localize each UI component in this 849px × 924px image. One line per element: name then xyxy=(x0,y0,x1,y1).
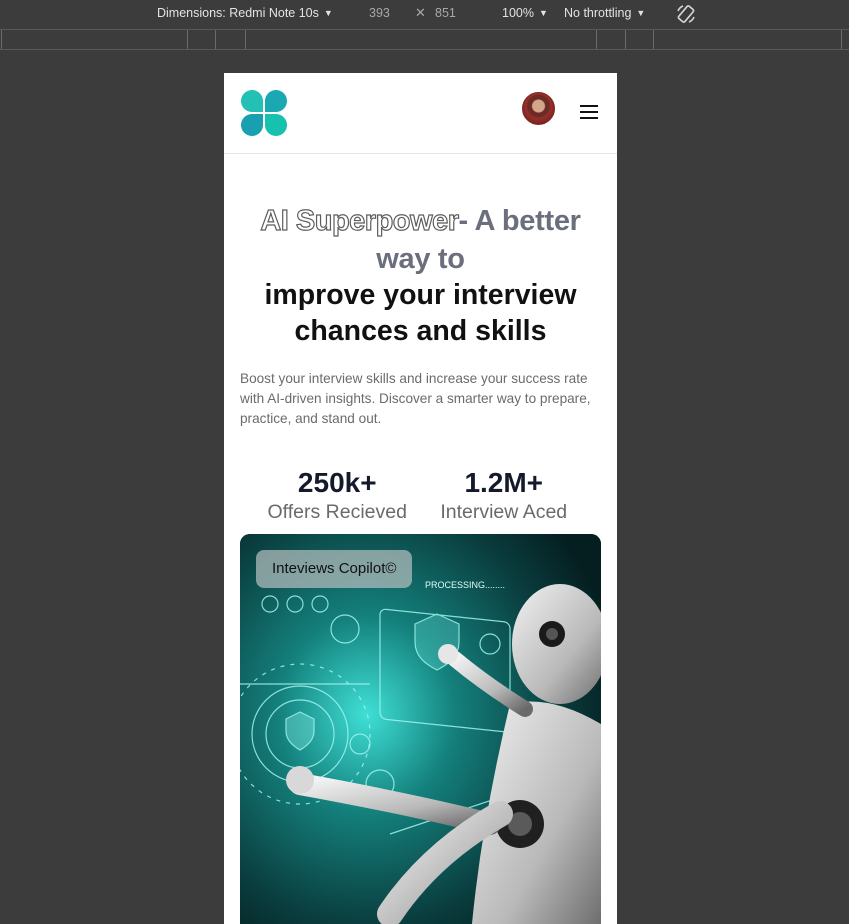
times-icon: ✕ xyxy=(415,5,426,20)
logo-petal xyxy=(265,90,287,112)
ruler-segment[interactable] xyxy=(245,30,246,49)
hero-headline: AI Superpower- A better way to improve y… xyxy=(240,201,601,349)
stat-value: 250k+ xyxy=(297,467,377,498)
ruler-segment[interactable] xyxy=(596,30,597,49)
zoom-select[interactable]: 100% ▼ xyxy=(502,6,548,20)
rotate-icon[interactable] xyxy=(675,3,697,25)
menu-bar xyxy=(580,111,598,113)
user-avatar[interactable] xyxy=(522,92,555,125)
viewport-height-input[interactable]: 851 xyxy=(435,6,456,20)
zoom-value: 100% xyxy=(502,6,534,20)
card-tag-label: Inteviews Copilot© xyxy=(256,550,413,588)
ruler-segment[interactable] xyxy=(215,30,216,49)
chevron-down-icon: ▼ xyxy=(323,8,333,18)
mobile-viewport: AI Superpower- A better way to improve y… xyxy=(224,73,617,924)
ruler-segment[interactable] xyxy=(841,30,842,49)
hero-image-card: PROCESSING........ Inteviews Copilot© xyxy=(240,534,601,924)
logo-petal xyxy=(241,114,263,136)
chevron-down-icon: ▼ xyxy=(636,8,646,18)
hero-description: Boost your interview skills and increase… xyxy=(240,371,591,426)
devtools-device-toolbar: Dimensions: Redmi Note 10s ▼ 393 ✕ 851 10… xyxy=(0,0,849,28)
device-dimensions-select[interactable]: Dimensions: Redmi Note 10s ▼ xyxy=(157,6,333,20)
chevron-down-icon: ▼ xyxy=(538,8,548,18)
stat-label: Interview Aced xyxy=(440,501,568,523)
stats-row: 250k+ Offers Recieved 1.2M+ Interview Ac… xyxy=(240,467,601,524)
menu-bar xyxy=(580,117,598,119)
navbar xyxy=(224,73,617,154)
robot-hologram-illustration: PROCESSING........ xyxy=(240,534,601,924)
throttling-select[interactable]: No throttling ▼ xyxy=(564,6,645,20)
media-query-ruler xyxy=(0,29,849,50)
four-petal-logo[interactable] xyxy=(241,90,288,136)
ruler-segment[interactable] xyxy=(653,30,654,49)
stat-offers: 250k+ Offers Recieved xyxy=(254,467,421,524)
stat-label: Offers Recieved xyxy=(267,501,407,523)
viewport-width-input[interactable]: 393 xyxy=(369,6,390,20)
ruler-segment[interactable] xyxy=(625,30,626,49)
logo-petal xyxy=(265,114,287,136)
ruler-segment[interactable] xyxy=(1,30,2,49)
processing-overlay-text: PROCESSING........ xyxy=(425,580,505,590)
headline-dark-text: improve your interview chances and skill… xyxy=(264,279,577,347)
hamburger-menu-icon[interactable] xyxy=(580,105,598,119)
menu-bar xyxy=(580,105,598,107)
headline-outline-text: AI Superpower xyxy=(260,204,460,237)
ruler-segment[interactable] xyxy=(187,30,188,49)
stat-value: 1.2M+ xyxy=(464,467,544,498)
stat-interviews: 1.2M+ Interview Aced xyxy=(421,467,588,524)
logo-petal xyxy=(241,90,263,112)
hero-section: AI Superpower- A better way to improve y… xyxy=(224,154,617,524)
device-dimensions-label: Dimensions: Redmi Note 10s xyxy=(157,6,319,20)
throttling-value: No throttling xyxy=(564,6,632,20)
